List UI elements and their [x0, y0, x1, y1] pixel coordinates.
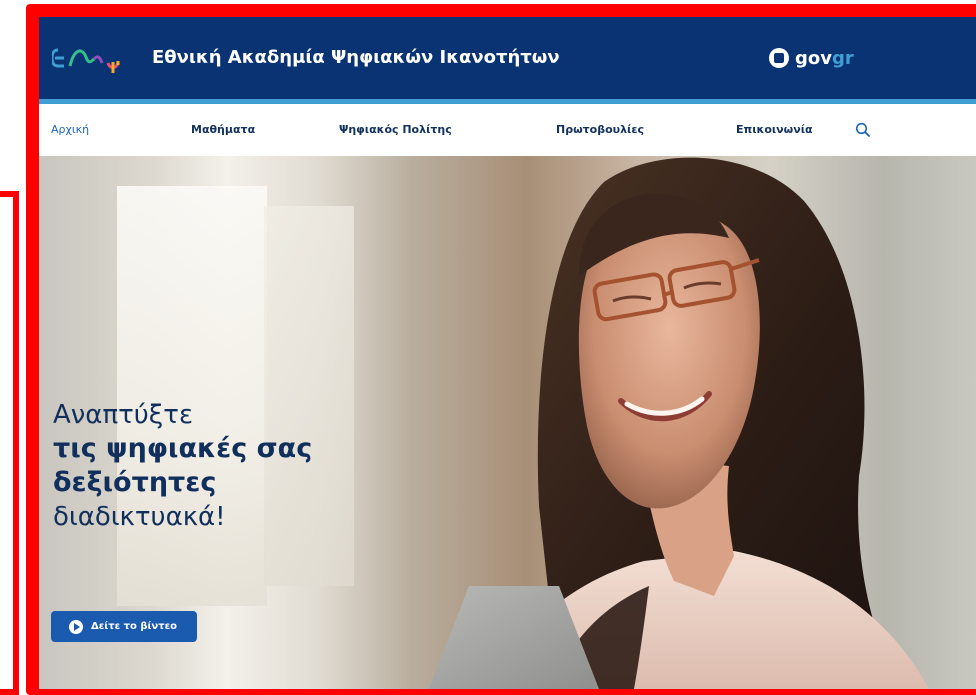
- site-header: Εθνική Ακαδημία Ψηφιακών Ικανοτήτων govg…: [39, 17, 976, 99]
- nav-item-contact[interactable]: Επικοινωνία: [736, 123, 813, 136]
- main-navigation: Αρχική Μαθήματα Ψηφιακός Πολίτης Πρωτοβο…: [39, 104, 976, 156]
- site-title[interactable]: Εθνική Ακαδημία Ψηφιακών Ικανοτήτων: [152, 46, 560, 70]
- website-screenshot: Εθνική Ακαδημία Ψηφιακών Ικανοτήτων govg…: [39, 17, 976, 689]
- govgr-text: govgr: [795, 48, 854, 69]
- nav-item-digital-citizen[interactable]: Ψηφιακός Πολίτης: [339, 123, 452, 136]
- hero-line-4: διαδικτυακά!: [53, 502, 226, 532]
- red-highlight-frame-left: [0, 191, 19, 695]
- govgr-logo[interactable]: govgr: [769, 46, 854, 70]
- search-icon[interactable]: [855, 122, 871, 138]
- hero-background-window: [117, 186, 267, 606]
- red-highlight-frame: Εθνική Ακαδημία Ψηφιακών Ικανοτήτων govg…: [26, 4, 976, 695]
- gov-text: gov: [795, 47, 832, 69]
- nav-item-home[interactable]: Αρχική: [51, 123, 89, 136]
- gr-text: gr: [831, 47, 854, 69]
- academy-logo-icon[interactable]: [52, 41, 132, 75]
- play-icon: [69, 619, 83, 634]
- hero-banner: Αναπτύξτε τις ψηφιακές σας δεξιότητες δι…: [39, 156, 976, 689]
- watch-video-label: Δείτε το βίντεο: [91, 621, 178, 632]
- hero-line-3: δεξιότητες: [53, 467, 217, 498]
- greek-emblem-icon: [769, 48, 789, 68]
- hero-photo-woman-with-glasses: [429, 157, 929, 689]
- nav-item-initiatives[interactable]: Πρωτοβουλίες: [556, 123, 644, 136]
- nav-item-courses[interactable]: Μαθήματα: [191, 123, 255, 136]
- hero-headline: Αναπτύξτε τις ψηφιακές σας δεξιότητες δι…: [53, 398, 413, 534]
- hero-line-1: Αναπτύξτε: [53, 400, 194, 430]
- hero-line-2: τις ψηφιακές σας: [53, 433, 313, 464]
- watch-video-button[interactable]: Δείτε το βίντεο: [51, 611, 197, 642]
